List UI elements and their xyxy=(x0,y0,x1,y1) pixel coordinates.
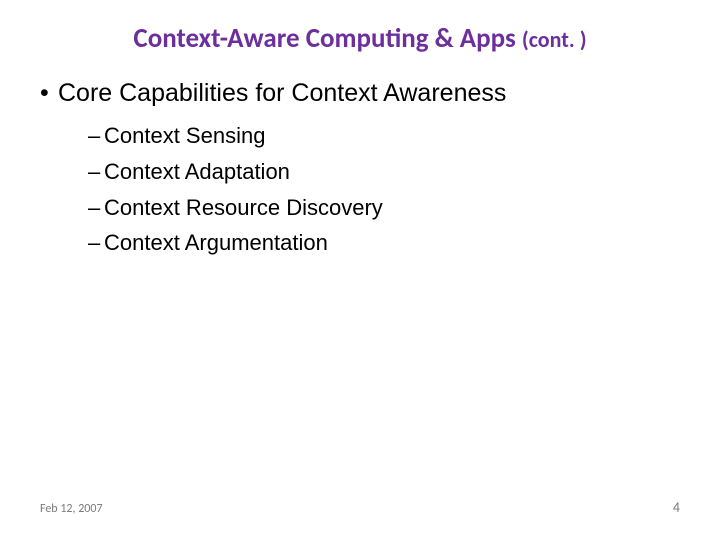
sub-bullet-list: –Context Sensing –Context Adaptation –Co… xyxy=(88,121,680,258)
sub-bullet: –Context Resource Discovery xyxy=(88,193,680,223)
title-main: Context-Aware Computing & Apps xyxy=(133,22,521,55)
sub-bullet: –Context Argumentation xyxy=(88,228,680,258)
bullet-text: Core Capabilities for Context Awareness xyxy=(58,79,506,107)
sub-bullet-marker: – xyxy=(88,193,104,223)
slide: Context-Aware Computing & Apps (cont. ) … xyxy=(0,0,720,540)
sub-bullet: –Context Adaptation xyxy=(88,157,680,187)
sub-bullet-text: Context Sensing xyxy=(104,123,265,148)
sub-bullet-text: Context Argumentation xyxy=(104,230,328,255)
sub-bullet-text: Context Resource Discovery xyxy=(104,195,383,220)
bullet-marker: • xyxy=(40,78,58,109)
title-cont: (cont. ) xyxy=(522,26,587,53)
sub-bullet-marker: – xyxy=(88,157,104,187)
slide-title: Context-Aware Computing & Apps (cont. ) xyxy=(0,22,720,55)
slide-body: •Core Capabilities for Context Awareness… xyxy=(40,78,680,264)
footer-page-number: 4 xyxy=(673,499,680,516)
sub-bullet-marker: – xyxy=(88,121,104,151)
sub-bullet-marker: – xyxy=(88,228,104,258)
footer-date: Feb 12, 2007 xyxy=(40,502,103,516)
sub-bullet-text: Context Adaptation xyxy=(104,159,290,184)
sub-bullet: –Context Sensing xyxy=(88,121,680,151)
bullet-level1: •Core Capabilities for Context Awareness xyxy=(40,78,680,109)
